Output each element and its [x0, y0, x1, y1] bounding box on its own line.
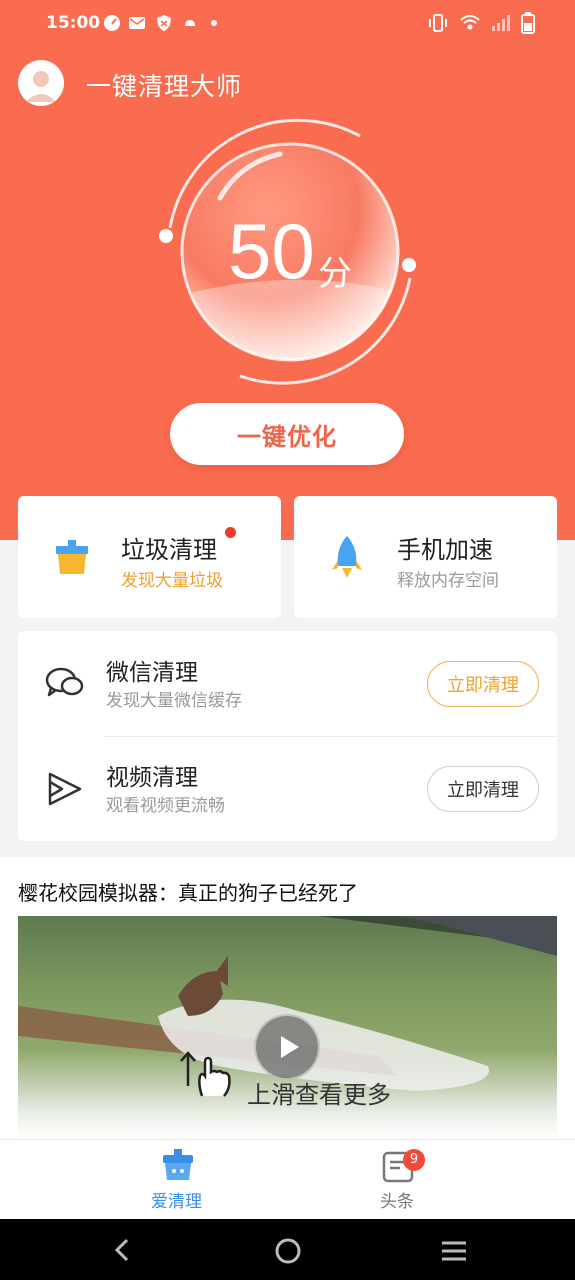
- tab-clean[interactable]: 爱清理: [140, 1145, 216, 1215]
- user-icon: [26, 71, 56, 102]
- score-unit: 分: [318, 254, 352, 294]
- rocket-icon: [332, 536, 362, 578]
- android-icon: [185, 20, 195, 26]
- shield-icon: [157, 15, 171, 31]
- speedometer-icon: [104, 15, 120, 31]
- feature-card-junk[interactable]: 垃圾清理 发现大量垃圾: [18, 496, 281, 618]
- app-title: 一键清理大师: [86, 72, 243, 101]
- signal-icon: [492, 15, 510, 31]
- clean-row-title: 微信清理: [106, 660, 198, 686]
- clean-row-title: 视频清理: [106, 765, 198, 791]
- feature-subtitle: 释放内存空间: [397, 571, 499, 591]
- user-avatar[interactable]: [18, 60, 64, 106]
- video-clean-button[interactable]: 立即清理: [427, 766, 539, 812]
- clean-row-subtitle: 观看视频更流畅: [106, 796, 225, 816]
- play-icon: [281, 1036, 299, 1058]
- tab-label: 头条: [380, 1192, 414, 1212]
- wechat-icon: [45, 667, 84, 697]
- trash-bin-icon: [56, 540, 88, 574]
- feature-card-speed[interactable]: 手机加速 释放内存空间: [294, 496, 557, 618]
- system-nav-bar: [0, 1219, 575, 1280]
- feature-subtitle: 发现大量垃圾: [121, 571, 223, 591]
- clean-tab-icon: [163, 1149, 193, 1180]
- back-icon[interactable]: [110, 1237, 134, 1263]
- home-icon[interactable]: [274, 1237, 302, 1265]
- swipe-up-hand-icon: [180, 1051, 231, 1097]
- mail-icon: [129, 17, 145, 29]
- status-time: 15:00: [46, 13, 101, 33]
- tab-label: 爱清理: [151, 1192, 202, 1212]
- row-divider: [104, 736, 557, 737]
- notification-dot: [211, 20, 217, 26]
- video-play-icon: [48, 772, 82, 806]
- tab-headlines[interactable]: 头条: [360, 1145, 436, 1215]
- wechat-clean-button[interactable]: 立即清理: [427, 661, 539, 707]
- news-headline[interactable]: 樱花校园模拟器：真正的狗子已经死了: [18, 877, 358, 906]
- optimize-button[interactable]: 一键优化: [170, 403, 404, 465]
- swipe-hint: 上滑查看更多: [247, 1081, 391, 1109]
- bottom-tabbar: [0, 1139, 575, 1219]
- play-button[interactable]: [254, 1014, 320, 1080]
- unread-badge: 9: [403, 1149, 425, 1171]
- feature-title: 垃圾清理: [121, 536, 217, 564]
- alert-dot: [225, 527, 236, 538]
- vibrate-icon: [429, 14, 447, 32]
- status-bar: 15:00: [0, 0, 575, 48]
- battery-icon: [521, 12, 535, 34]
- status-indicators: [427, 12, 535, 34]
- feature-title: 手机加速: [397, 536, 493, 564]
- menu-icon[interactable]: [440, 1239, 468, 1263]
- wifi-icon: [460, 15, 480, 30]
- score-value: 50: [228, 207, 315, 295]
- clean-row-subtitle: 发现大量微信缓存: [106, 691, 242, 711]
